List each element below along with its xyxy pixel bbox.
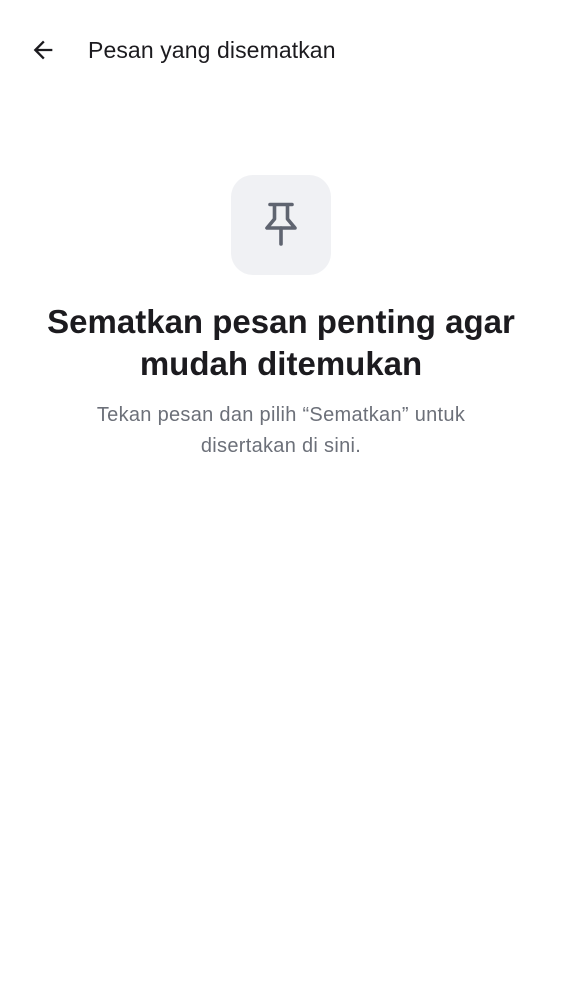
empty-state-headline: Sematkan pesan penting agar mudah ditemu… (47, 303, 515, 382)
pin-icon-tile (231, 175, 331, 275)
arrow-back-icon (29, 36, 57, 64)
empty-state: Sematkan pesan penting agar mudah ditemu… (0, 175, 562, 462)
back-button[interactable] (19, 26, 67, 74)
page-title: Pesan yang disematkan (88, 37, 336, 63)
top-app-bar: Pesan yang disematkan (0, 0, 562, 100)
push-pin-icon (261, 199, 301, 252)
empty-state-subtext: Tekan pesan dan pilih “Sematkan” untuk d… (96, 404, 466, 457)
